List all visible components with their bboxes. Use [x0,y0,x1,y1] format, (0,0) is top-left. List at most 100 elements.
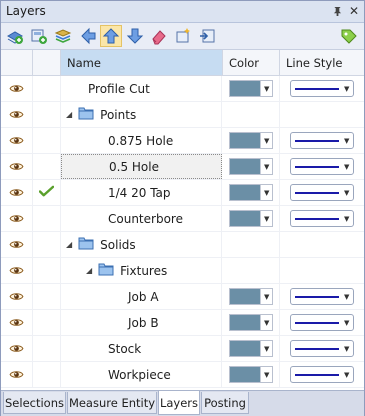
tab-posting[interactable]: Posting [201,392,249,414]
line-style-dropdown[interactable]: ▼ [290,288,354,305]
line-style-dropdown[interactable]: ▼ [290,340,354,357]
eraser-icon[interactable] [148,25,170,47]
color-cell: ▼ [223,76,280,101]
visibility-eye-icon[interactable] [1,362,33,387]
layer-row[interactable]: Profile Cut ▼ ▼ [1,76,364,102]
visibility-eye-icon[interactable] [1,102,33,127]
folder-name-cell[interactable]: ◢ Points [61,102,222,127]
layer-name-cell[interactable]: Workpiece [61,362,222,387]
expand-collapse-icon[interactable]: ◢ [86,266,92,275]
color-picker-dropdown[interactable]: ▼ [229,340,273,357]
visibility-eye-icon[interactable] [1,154,33,179]
color-picker-dropdown[interactable]: ▼ [229,80,273,97]
active-check-cell[interactable] [33,362,61,387]
layer-row[interactable]: Counterbore ▼ ▼ [1,206,364,232]
color-picker-dropdown[interactable]: ▼ [229,132,273,149]
tab-selections[interactable]: Selections [3,392,66,414]
add-layer-icon[interactable] [4,25,26,47]
line-style-dropdown[interactable]: ▼ [290,132,354,149]
expand-collapse-icon[interactable]: ◢ [66,240,72,249]
active-check-cell[interactable] [33,154,61,179]
layer-name-cell[interactable]: Stock [61,336,222,361]
layer-row[interactable]: 0.5 Hole ▼ ▼ [1,154,364,180]
color-picker-dropdown[interactable]: ▼ [229,314,273,331]
line-style-dropdown[interactable]: ▼ [290,210,354,227]
move-up-icon[interactable] [100,25,122,47]
color-picker-dropdown[interactable]: ▼ [229,158,273,175]
new-item-icon[interactable] [172,25,194,47]
visibility-eye-icon[interactable] [1,76,33,101]
tab-layers[interactable]: Layers [158,391,200,415]
layer-name-cell[interactable]: 1/4 20 Tap [61,180,222,205]
active-check-cell[interactable] [33,128,61,153]
layer-row[interactable]: ◢ Solids [1,232,364,258]
visibility-column-header[interactable] [1,50,33,75]
layer-name-cell[interactable]: Profile Cut [61,76,222,101]
chevron-down-icon: ▼ [344,214,350,223]
move-down-icon[interactable] [124,25,146,47]
layer-row[interactable]: 1/4 20 Tap ▼ ▼ [1,180,364,206]
color-swatch [230,211,261,226]
folder-name-cell[interactable]: ◢ Solids [61,232,222,257]
move-left-icon[interactable] [77,25,99,47]
layer-row[interactable]: ◢ Points [1,102,364,128]
line-style-dropdown[interactable]: ▼ [290,314,354,331]
visibility-eye-icon[interactable] [1,180,33,205]
folder-name-cell[interactable]: ◢ Fixtures [61,258,222,283]
active-check-cell[interactable] [33,258,61,283]
line-style-dropdown[interactable]: ▼ [290,80,354,97]
tag-icon[interactable] [338,25,360,47]
layer-name-cell[interactable]: 0.875 Hole [61,128,222,153]
active-check-cell[interactable] [33,180,61,205]
close-icon[interactable]: ✕ [346,3,362,19]
pin-icon[interactable] [329,3,345,19]
layer-row[interactable]: Job A ▼ ▼ [1,284,364,310]
checkmark-icon [38,185,55,201]
active-check-cell[interactable] [33,76,61,101]
visibility-eye-icon[interactable] [1,284,33,309]
import-icon[interactable] [196,25,218,47]
visibility-eye-icon[interactable] [1,128,33,153]
layer-name-cell[interactable]: Counterbore [61,206,222,231]
line-sample [295,87,339,90]
color-picker-dropdown[interactable]: ▼ [229,288,273,305]
layer-name-label: 0.875 Hole [108,133,174,148]
line-style-column-header[interactable]: Line Style [280,50,364,75]
layer-name-cell[interactable]: 0.5 Hole [61,154,222,179]
line-style-dropdown[interactable]: ▼ [290,184,354,201]
color-swatch [230,159,261,174]
layer-row[interactable]: 0.875 Hole ▼ ▼ [1,128,364,154]
layer-row[interactable]: Job B ▼ ▼ [1,310,364,336]
line-style-dropdown[interactable]: ▼ [290,158,354,175]
layer-name-cell[interactable]: Job A [61,284,222,309]
color-picker-dropdown[interactable]: ▼ [229,184,273,201]
color-swatch [230,367,261,382]
layers-stack-icon[interactable] [52,25,74,47]
visibility-eye-icon[interactable] [1,258,33,283]
line-style-dropdown[interactable]: ▼ [290,366,354,383]
check-column-header[interactable] [33,50,61,75]
name-column-header[interactable]: Name [61,50,223,75]
active-check-cell[interactable] [33,284,61,309]
folder-icon [78,106,100,123]
active-check-cell[interactable] [33,206,61,231]
layer-row[interactable]: Workpiece ▼ ▼ [1,362,364,388]
color-column-header[interactable]: Color [223,50,280,75]
visibility-eye-icon[interactable] [1,336,33,361]
expand-collapse-icon[interactable]: ◢ [66,110,72,119]
visibility-eye-icon[interactable] [1,232,33,257]
bottom-tab-bar: Selections Measure Entity Layers Posting [1,390,364,416]
active-check-cell[interactable] [33,310,61,335]
layer-row[interactable]: ◢ Fixtures [1,258,364,284]
layer-name-cell[interactable]: Job B [61,310,222,335]
layer-row[interactable]: Stock ▼ ▼ [1,336,364,362]
active-check-cell[interactable] [33,232,61,257]
active-check-cell[interactable] [33,102,61,127]
color-picker-dropdown[interactable]: ▼ [229,210,273,227]
color-picker-dropdown[interactable]: ▼ [229,366,273,383]
visibility-eye-icon[interactable] [1,206,33,231]
tab-measure-entity[interactable]: Measure Entity [67,392,157,414]
active-check-cell[interactable] [33,336,61,361]
add-sublayer-icon[interactable] [28,25,50,47]
visibility-eye-icon[interactable] [1,310,33,335]
